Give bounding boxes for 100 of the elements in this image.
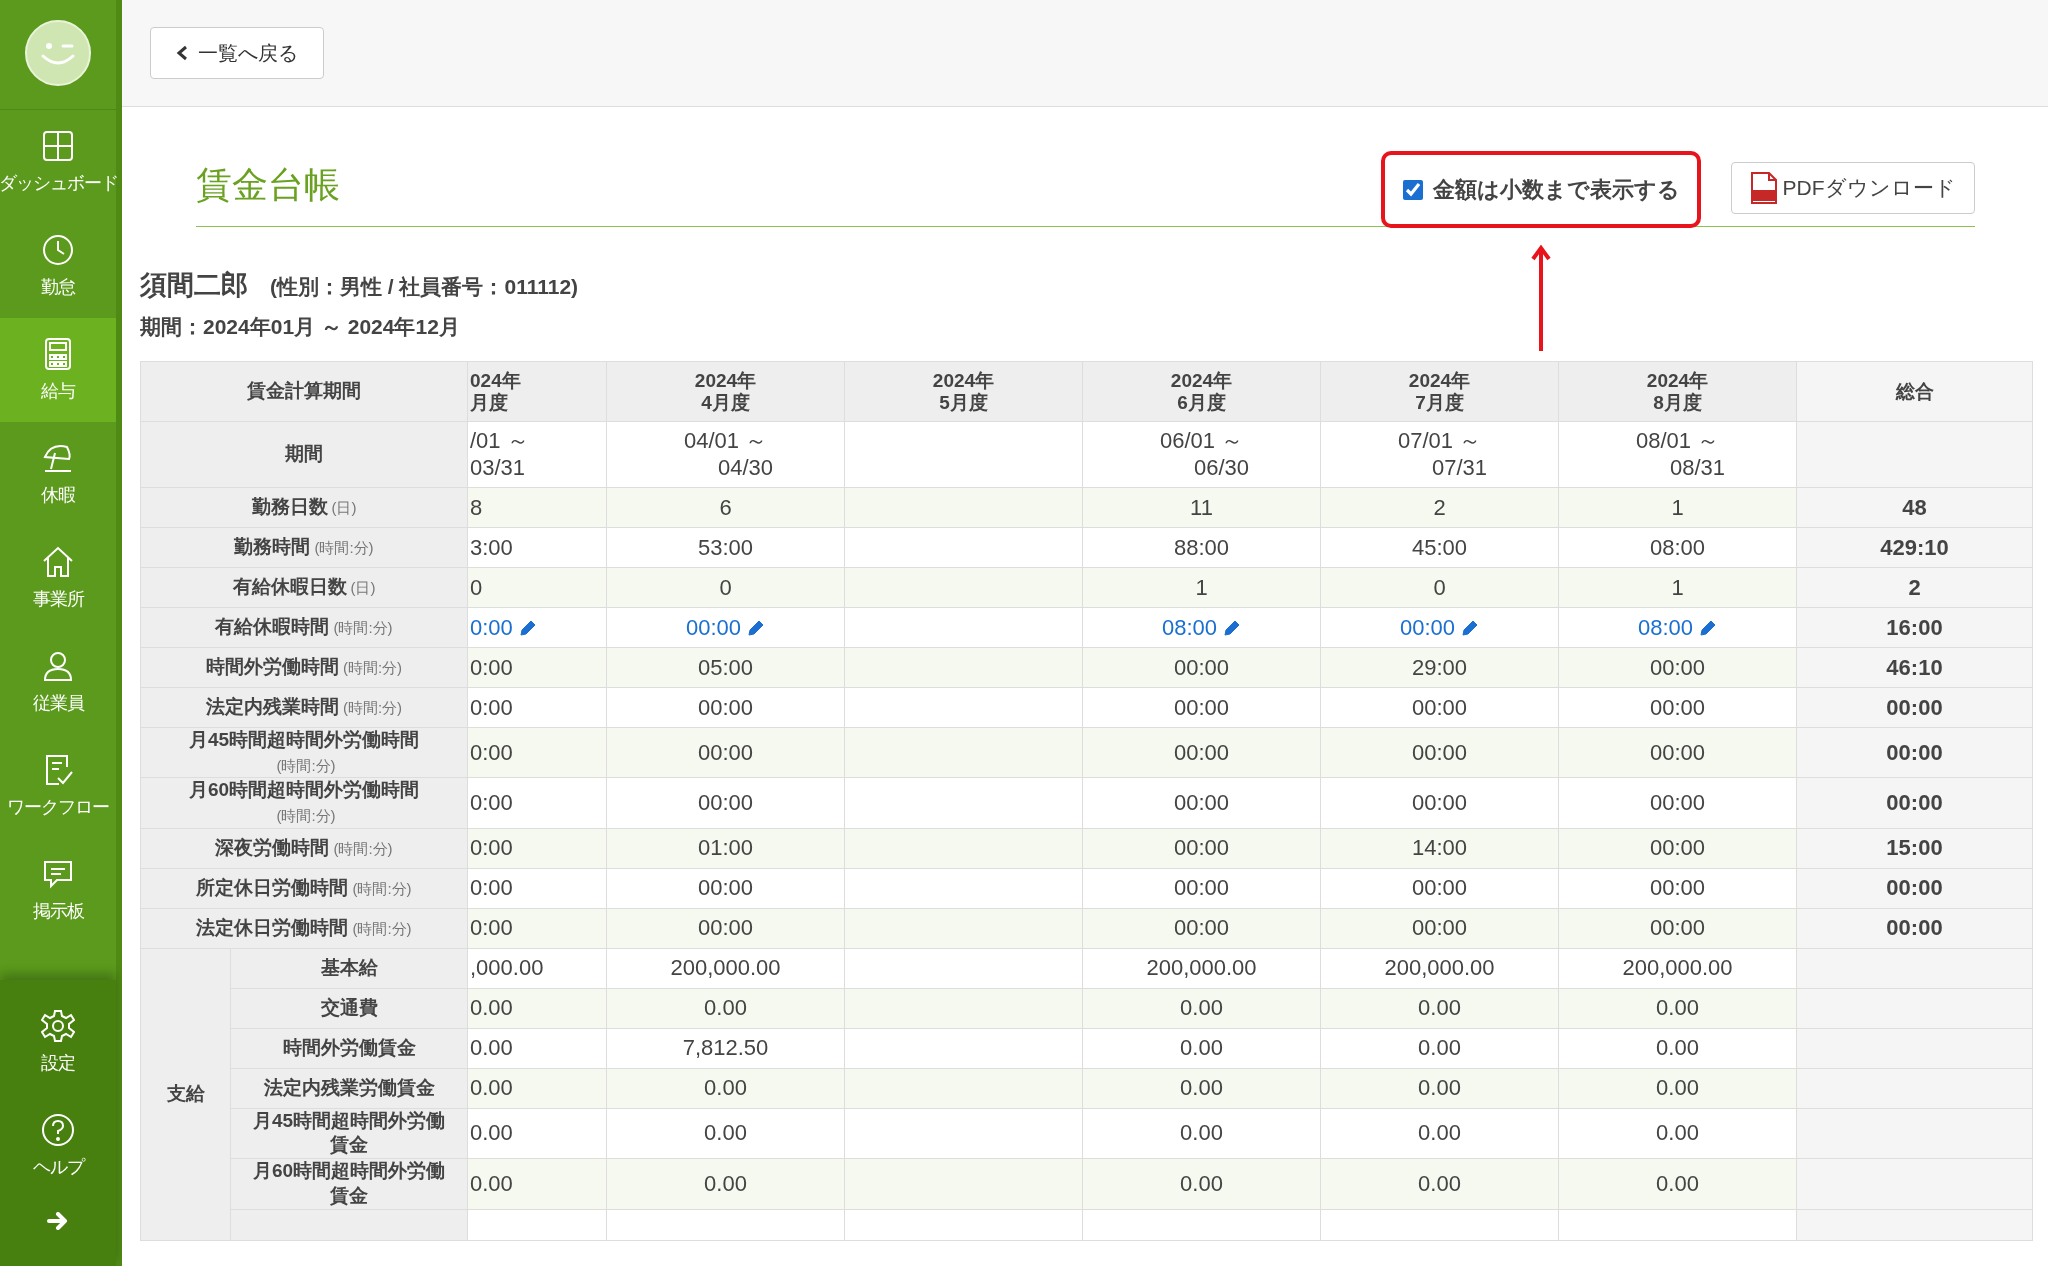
unit-label: (時間:分)	[333, 618, 393, 638]
row-label: 勤務時間	[234, 536, 311, 558]
nav-item[interactable]: ワークフロー	[0, 734, 116, 838]
table-cell: 0.00	[1656, 1120, 1699, 1146]
edit-link[interactable]: 00:00	[1399, 614, 1456, 641]
table-cell: 1	[1195, 574, 1208, 600]
table-cell: 00:00	[1411, 694, 1468, 720]
checkbox[interactable]	[1402, 179, 1423, 200]
table-cell: 0:00	[470, 790, 513, 816]
table-cell: 29:00	[1411, 654, 1468, 680]
unit-label: (時間:分)	[276, 806, 336, 826]
back-button[interactable]: 一覧へ戻る	[150, 27, 324, 79]
table-cell: 01:00	[697, 835, 754, 861]
row-label: 月60時間超時間外労働時間	[188, 779, 420, 801]
edit-link[interactable]: 08:00	[1161, 614, 1218, 641]
table-cell: 0:00	[470, 915, 513, 941]
unit-label: (時間:分)	[342, 698, 403, 718]
table-cell: 200,000.00	[1384, 955, 1495, 981]
total-cell: 16:00	[1886, 614, 1943, 640]
table-cell: 0.00	[1656, 995, 1699, 1021]
table-cell: 00:00	[697, 875, 754, 901]
nav-item[interactable]: 休暇	[0, 422, 116, 526]
total-cell: 00:00	[1886, 875, 1943, 901]
table-cell: 05:00	[697, 654, 754, 680]
table-cell: 1	[1671, 574, 1684, 600]
table-cell: 0.00	[1418, 1035, 1461, 1061]
house-icon	[41, 545, 75, 579]
employee-details: (性別：男性 / 社員番号：011112)	[270, 274, 579, 300]
edit-link[interactable]: 00:00	[685, 614, 742, 641]
table-cell: 0.00	[470, 1120, 513, 1146]
pencil-icon[interactable]	[518, 618, 537, 637]
pencil-icon[interactable]	[747, 618, 766, 637]
table-cell: 0.00	[1180, 1120, 1223, 1146]
nav-item[interactable]: 給与	[0, 318, 116, 422]
total-cell: 00:00	[1886, 694, 1943, 720]
person-icon	[41, 649, 75, 683]
pencil-icon[interactable]	[1699, 618, 1718, 637]
table-cell: 1	[1671, 494, 1684, 520]
column-year: 2024年	[931, 369, 996, 392]
table-cell: 0.00	[1418, 995, 1461, 1021]
table-cell: 00:00	[697, 694, 754, 720]
table-cell: 0.00	[470, 995, 513, 1021]
unit-label: (時間:分)	[352, 878, 412, 899]
pdf-download-button[interactable]: PDFダウンロード	[1731, 162, 1975, 214]
period-start: 04/01 ～	[682, 428, 769, 455]
avatar-icon[interactable]	[25, 20, 91, 86]
nav-item[interactable]: 掲示板	[0, 838, 116, 942]
period-start: /01 ～	[470, 428, 530, 455]
table-cell: 88:00	[1173, 534, 1230, 560]
table-cell: 0:00	[470, 875, 513, 901]
row-label: 勤務日数	[251, 496, 328, 518]
table-cell: 0.00	[1180, 1075, 1223, 1101]
checkbox-label[interactable]: 金額は小数まで表示する	[1432, 174, 1680, 205]
total-cell: 00:00	[1886, 790, 1943, 816]
pencil-icon[interactable]	[1223, 618, 1242, 637]
table-cell: 200,000.00	[1622, 955, 1733, 981]
table-cell: 00:00	[1173, 654, 1230, 680]
period-end: 07/31	[1430, 454, 1489, 481]
nav-item[interactable]: 勤怠	[0, 214, 116, 318]
arrow-right-icon[interactable]	[47, 1212, 69, 1230]
table-cell: 0.00	[704, 1170, 747, 1196]
row-label: 基本給	[230, 948, 468, 989]
table-cell: 00:00	[1649, 915, 1706, 941]
table-cell: 00:00	[1649, 875, 1706, 901]
row-label: 月45時間超時間外労働時間	[188, 729, 420, 750]
table-cell: 0:00	[470, 694, 513, 720]
table-cell: 0.00	[1180, 1170, 1223, 1196]
nav-item[interactable]: 設定	[41, 990, 75, 1094]
period-end: 08/31	[1668, 454, 1727, 481]
nav-item[interactable]: ヘルプ	[32, 1094, 84, 1198]
table-cell: 0.00	[704, 995, 747, 1021]
table-cell: 08:00	[1649, 534, 1706, 560]
table-cell: 14:00	[1411, 835, 1468, 861]
table-cell: 45:00	[1411, 534, 1468, 560]
table-cell: 0.00	[470, 1075, 513, 1101]
row-label: 期間	[140, 421, 468, 488]
edit-link[interactable]: 08:00	[1637, 614, 1694, 641]
unit-label: (時間:分)	[333, 838, 393, 859]
nav-item[interactable]: ダッシュボード	[0, 110, 116, 214]
table-cell: 00:00	[1411, 875, 1468, 901]
unit-label: (日)	[350, 578, 376, 598]
column-year: 2024年	[1169, 369, 1234, 392]
table-cell: 3:00	[470, 534, 513, 560]
period-start: 08/01 ～	[1634, 428, 1721, 455]
table-cell: 0:00	[470, 739, 513, 765]
table-cell: 0.00	[1656, 1170, 1699, 1196]
row-label: 月45時間超時間外労働賃金	[230, 1108, 468, 1159]
column-year: 2024年	[1645, 369, 1710, 392]
table-cell: 00:00	[1649, 694, 1706, 720]
table-cell: 7,812.50	[682, 1035, 769, 1061]
unit-label: (時間:分)	[314, 538, 374, 558]
nav-item[interactable]: 事業所	[0, 526, 116, 630]
unit-label: (時間:分)	[352, 918, 412, 939]
row-label: 交通費	[230, 988, 468, 1029]
table-cell: 00:00	[1173, 835, 1230, 861]
pdf-file-icon	[1750, 172, 1777, 204]
settings-icon	[41, 1009, 75, 1043]
period-end: 03/31	[470, 454, 527, 481]
nav-item[interactable]: 従業員	[0, 630, 116, 734]
pencil-icon[interactable]	[1461, 618, 1480, 637]
